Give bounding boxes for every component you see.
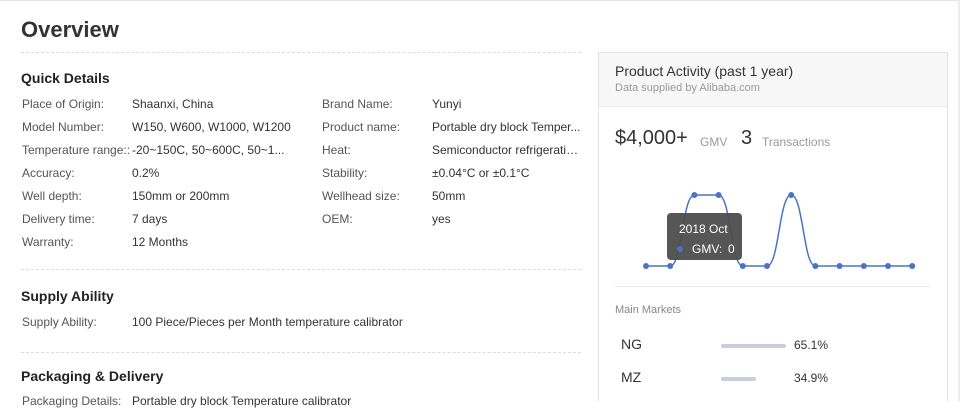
data-point[interactable] xyxy=(860,263,867,269)
panel-title: Product Activity (past 1 year) xyxy=(615,63,794,79)
data-point[interactable] xyxy=(715,192,722,198)
detail-label: Temperature range:: xyxy=(22,143,131,157)
detail-value: ±0.04°C or ±0.1°C xyxy=(432,166,530,180)
data-point[interactable] xyxy=(885,263,891,269)
detail-label: Warranty: xyxy=(22,235,74,249)
detail-value: yes xyxy=(432,212,451,226)
data-point[interactable] xyxy=(812,263,819,269)
gmv-label: GMV xyxy=(700,135,728,149)
detail-value: W150, W600, W1000, W1200 xyxy=(132,120,291,134)
market-name: MZ xyxy=(621,369,642,385)
data-point[interactable] xyxy=(764,263,770,269)
divider xyxy=(21,352,581,353)
detail-label: OEM: xyxy=(322,212,353,226)
detail-value: -20~150C, 50~600C, 50~1... xyxy=(132,143,285,157)
detail-value: 12 Months xyxy=(132,235,189,249)
detail-value: 50mm xyxy=(432,189,466,203)
detail-label: Wellhead size: xyxy=(322,189,400,203)
detail-value: Portable dry block Temper... xyxy=(432,120,581,134)
product-activity-panel: Product Activity (past 1 year) Data supp… xyxy=(598,52,948,401)
panel-divider xyxy=(615,286,931,287)
detail-label: Heat: xyxy=(322,143,351,157)
market-percent: 65.1% xyxy=(794,338,829,352)
gmv-line-chart[interactable]: 2018 Oct GMV: 0 xyxy=(599,173,947,283)
tooltip-marker xyxy=(677,246,683,252)
packaging-title: Packaging & Delivery xyxy=(21,368,164,384)
transactions-value: 3 xyxy=(741,127,753,149)
divider xyxy=(21,269,581,270)
supply-ability-value: 100 Piece/Pieces per Month temperature c… xyxy=(132,315,403,329)
market-name: NG xyxy=(621,336,642,352)
panel-subtitle: Data supplied by Alibaba.com xyxy=(615,82,760,94)
data-point[interactable] xyxy=(643,263,649,269)
detail-value: 0.2% xyxy=(132,166,160,180)
packaging-label: Packaging Details: xyxy=(22,394,122,408)
detail-value: Semiconductor refrigeratio... xyxy=(432,143,582,157)
detail-value: Shaanxi, China xyxy=(132,97,214,111)
data-point[interactable] xyxy=(739,263,746,269)
market-percent: 34.9% xyxy=(794,371,829,385)
detail-value: 7 days xyxy=(132,212,168,226)
data-point[interactable] xyxy=(667,263,674,269)
tooltip-label: GMV: xyxy=(692,242,722,256)
market-share-bar xyxy=(721,344,786,348)
detail-label: Stability: xyxy=(322,166,368,180)
detail-label: Product name: xyxy=(322,120,401,134)
quick-details-title: Quick Details xyxy=(21,70,110,86)
detail-value: Yunyi xyxy=(432,97,462,111)
tooltip-period: 2018 Oct xyxy=(679,222,728,236)
market-share-bar xyxy=(721,377,756,381)
packaging-value: Portable dry block Temperature calibrato… xyxy=(132,394,352,408)
detail-label: Accuracy: xyxy=(22,166,75,180)
detail-label: Well depth: xyxy=(22,189,82,203)
supply-ability-label: Supply Ability: xyxy=(22,315,97,329)
top-border xyxy=(0,0,960,1)
detail-label: Delivery time: xyxy=(22,212,95,226)
detail-label: Model Number: xyxy=(22,120,105,134)
data-point[interactable] xyxy=(691,192,698,198)
detail-label: Place of Origin: xyxy=(22,97,105,111)
detail-label: Brand Name: xyxy=(322,97,393,111)
data-point[interactable] xyxy=(788,192,795,198)
data-point[interactable] xyxy=(909,263,916,269)
panel-header: Product Activity (past 1 year) Data supp… xyxy=(599,53,947,107)
supply-ability-title: Supply Ability xyxy=(21,288,114,304)
overview-title: Overview xyxy=(21,17,119,42)
transactions-label: Transactions xyxy=(762,135,831,149)
data-point[interactable] xyxy=(836,263,843,269)
divider xyxy=(21,52,581,53)
gmv-value: $4,000+ xyxy=(615,127,688,149)
main-markets-title: Main Markets xyxy=(615,304,682,316)
chart-tooltip: 2018 Oct GMV: 0 xyxy=(667,213,742,260)
tooltip-value: 0 xyxy=(728,242,735,256)
detail-value: 150mm or 200mm xyxy=(132,189,230,203)
